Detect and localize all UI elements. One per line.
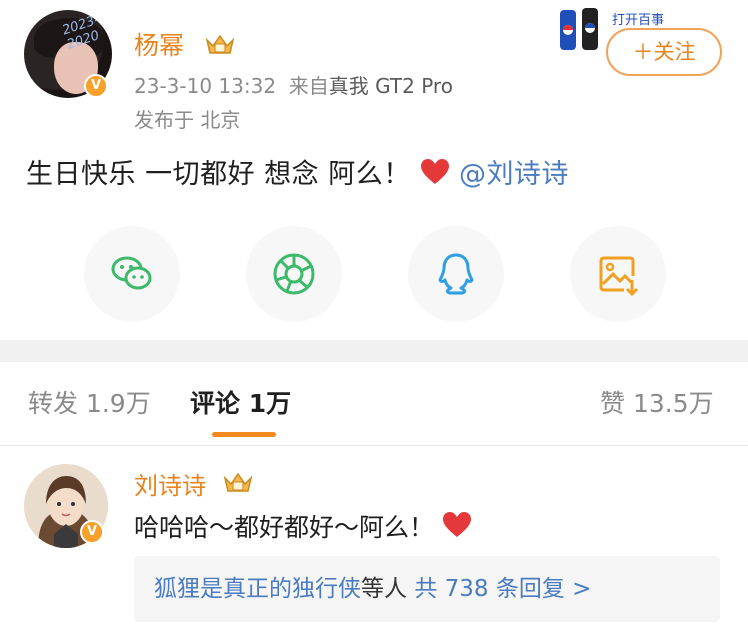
comment-body: 哈哈哈～都好都好～阿么！ [134, 513, 435, 542]
reply-user[interactable]: 狐狸是真正的独行侠 [154, 576, 361, 602]
mention-link[interactable]: @刘诗诗 [459, 159, 569, 190]
post-text: 生日快乐 一切都好 想念 阿么！ @刘诗诗 [26, 152, 569, 191]
section-divider [0, 340, 748, 362]
crown-icon [205, 34, 235, 54]
promo-text: 打开百事 [612, 12, 664, 27]
save-image-button[interactable] [570, 226, 666, 322]
tab-like[interactable]: 赞 13.5万 [600, 384, 714, 420]
verified-badge: V [84, 74, 108, 98]
commenter-verified-badge: V [80, 520, 104, 544]
post-body: 生日快乐 一切都好 想念 阿么！ [26, 159, 411, 190]
save-image-icon [599, 256, 639, 297]
commenter-crown-icon [223, 472, 253, 492]
moments-share-button[interactable] [246, 226, 342, 322]
qq-icon [438, 253, 474, 295]
replies-summary[interactable]: 狐狸是真正的独行侠等人 共 738 条回复 > [134, 556, 720, 622]
comment-heart-icon [442, 512, 471, 537]
commenter-name[interactable]: 刘诗诗 [134, 466, 206, 501]
author-name[interactable]: 杨幂 [134, 26, 184, 62]
moments-icon [273, 253, 315, 295]
post-location: 发布于 北京 [134, 108, 241, 132]
avatar-doodle: 2023-2020 [60, 12, 102, 53]
tab-repost[interactable]: 转发 1.9万 [28, 384, 151, 420]
reply-suffix: 等人 [361, 576, 407, 602]
tab-comment[interactable]: 评论 1万 [190, 384, 291, 420]
active-tab-indicator [212, 432, 276, 437]
tab-separator [0, 445, 748, 446]
post-device[interactable]: 真我 GT2 Pro [329, 74, 453, 98]
heart-icon [420, 159, 449, 184]
comment-text: 哈哈哈～都好都好～阿么！ [134, 508, 472, 544]
follow-button[interactable]: ＋关注 [606, 28, 722, 76]
reply-count[interactable]: 共 738 条回复 > [414, 576, 591, 602]
wechat-share-button[interactable] [84, 226, 180, 322]
post-meta: 23-3-10 13:32 来自真我 GT2 Pro [134, 70, 453, 99]
wechat-icon [111, 256, 152, 290]
source-prefix: 来自 [288, 74, 329, 98]
post-time: 23-3-10 13:32 [134, 74, 277, 98]
qq-share-button[interactable] [408, 226, 504, 322]
